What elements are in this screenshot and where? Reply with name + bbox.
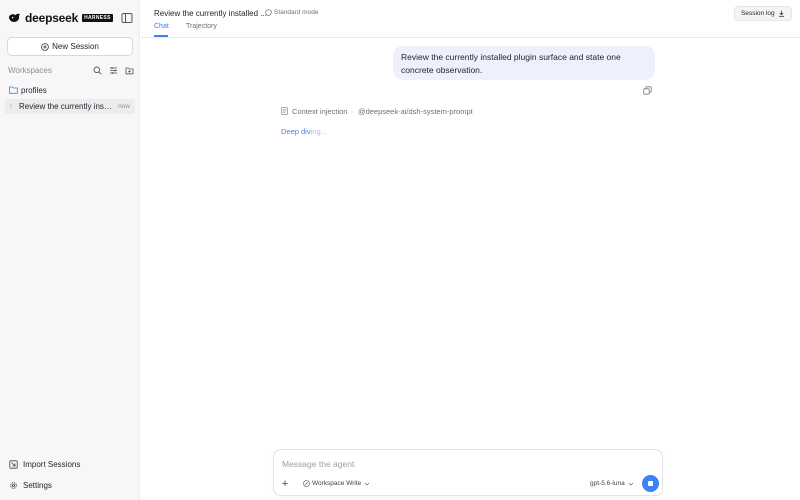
brand-badge: HARNESS: [82, 14, 113, 22]
new-session-label: New Session: [52, 42, 99, 51]
session-indicator: !: [10, 103, 12, 110]
sidebar: deepseek HARNESS New Session Workspaces …: [0, 0, 140, 500]
session-header-title: Review the currently installed ...: [154, 9, 267, 18]
permission-label: Workspace Write: [312, 480, 362, 487]
separator-dot: ·: [351, 106, 354, 116]
import-sessions-button[interactable]: Import Sessions: [9, 458, 80, 470]
session-header: Review the currently installed ... Stand…: [141, 0, 800, 38]
import-sessions-label: Import Sessions: [23, 459, 81, 469]
user-message-bubble: Review the currently installed plugin su…: [393, 46, 655, 80]
context-injection-label: Context injection: [292, 106, 348, 116]
message-composer: + Workspace Write gpt-5.6-luna: [273, 449, 663, 496]
gear-icon: [10, 481, 17, 489]
context-source: @deepseek-ai/dsh-system-prompt: [357, 106, 473, 116]
new-folder-icon[interactable]: [124, 65, 134, 75]
search-icon[interactable]: [92, 65, 102, 75]
sidebar-toggle-icon[interactable]: [121, 12, 133, 24]
session-time: now: [118, 103, 130, 110]
copy-icon[interactable]: [643, 86, 652, 95]
session-item[interactable]: ! Review the currently installed plugin …: [5, 99, 135, 114]
attach-plus-icon[interactable]: +: [280, 479, 290, 490]
chevron-down-icon: [628, 482, 633, 485]
thinking-status: Deep diving...: [281, 127, 327, 136]
permission-selector[interactable]: Workspace Write: [303, 480, 370, 487]
chevron-down-icon: [365, 482, 370, 485]
thinking-status-bright: Deep div: [281, 127, 311, 136]
settings-label: Settings: [23, 480, 52, 490]
active-tab-indicator: [154, 35, 168, 37]
message-input[interactable]: [282, 458, 652, 470]
shield-icon: [265, 9, 272, 16]
stop-button[interactable]: [642, 475, 659, 492]
tab-trajectory[interactable]: Trajectory: [186, 23, 217, 30]
download-icon: [778, 10, 784, 17]
workspaces-header: Workspaces: [8, 64, 134, 76]
mode-label: Standard mode: [274, 9, 319, 16]
session-log-button[interactable]: Session log: [734, 6, 792, 21]
brand-name: deepseek: [25, 11, 79, 25]
brand-logo: deepseek HARNESS: [8, 10, 113, 26]
thinking-status-faded: ing...: [310, 127, 327, 136]
tab-chat[interactable]: Chat: [154, 23, 169, 30]
folder-open-icon: [9, 86, 18, 94]
session-title: Review the currently installed plugin su…: [19, 102, 114, 111]
plus-circle-icon: [41, 42, 49, 51]
model-selector[interactable]: gpt-5.6-luna: [590, 480, 634, 487]
workspace-folder[interactable]: profiles: [9, 84, 133, 96]
stop-icon: [648, 481, 653, 486]
session-log-label: Session log: [741, 10, 775, 17]
settings-button[interactable]: Settings: [9, 479, 52, 491]
pencil-icon: [303, 480, 310, 487]
mode-indicator[interactable]: Standard mode: [265, 9, 318, 16]
filter-icon[interactable]: [108, 65, 118, 75]
import-icon: [9, 459, 18, 469]
whale-logo-icon: [8, 13, 21, 22]
folder-name: profiles: [21, 85, 47, 95]
new-session-button[interactable]: New Session: [7, 37, 133, 56]
context-injection-row[interactable]: Context injection · @deepseek-ai/dsh-sys…: [281, 106, 473, 116]
model-label: gpt-5.6-luna: [590, 480, 625, 487]
workspaces-label: Workspaces: [8, 65, 52, 75]
document-icon: [281, 107, 288, 115]
